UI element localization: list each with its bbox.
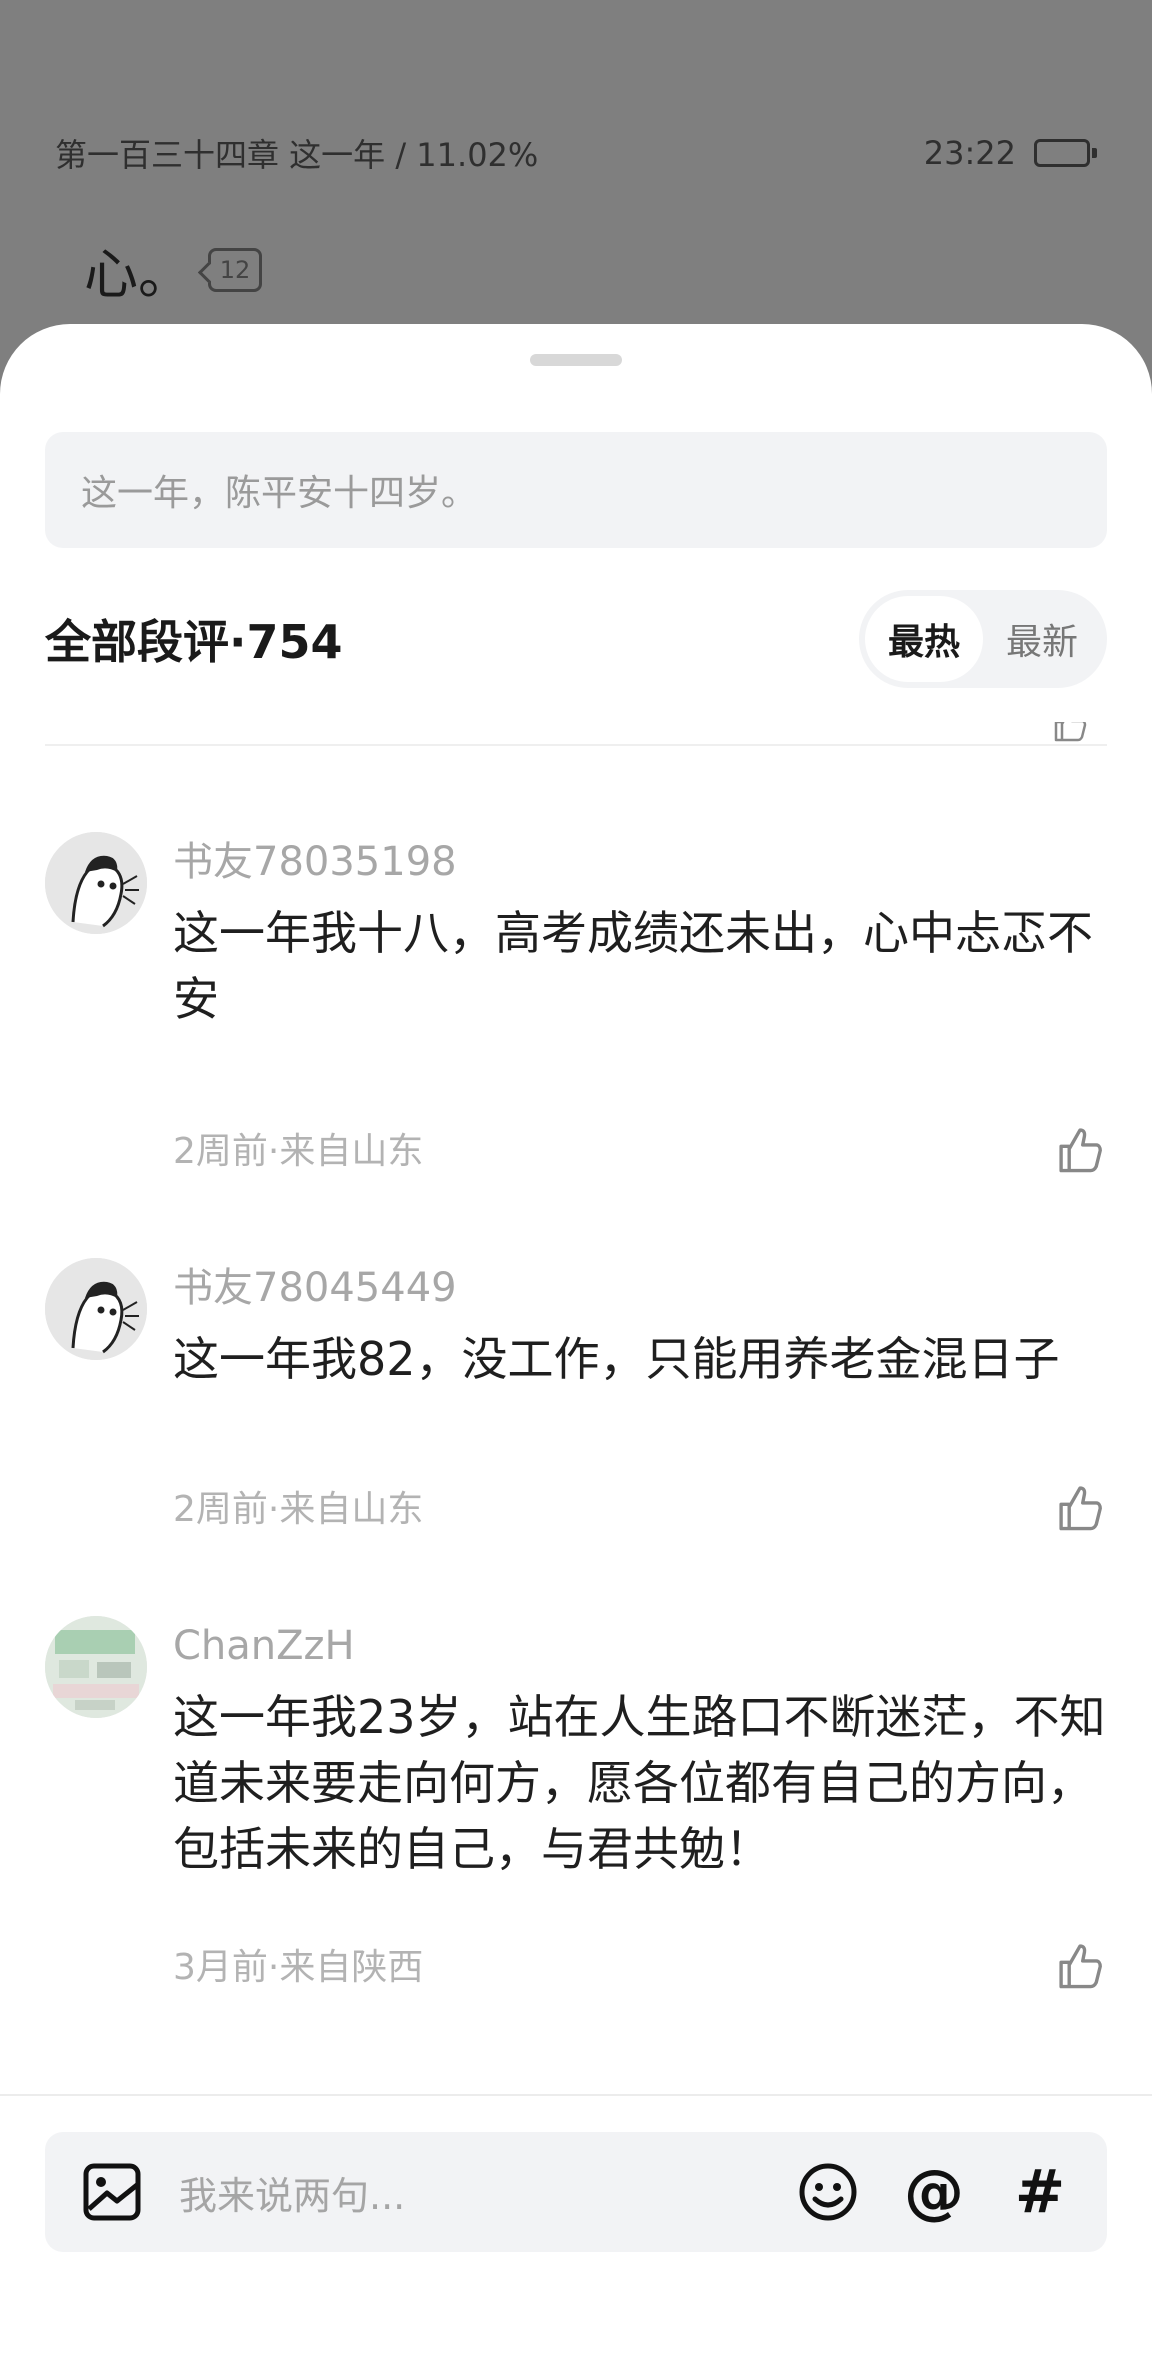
comment-meta: 3月前·来自陕西 <box>173 1947 424 1988</box>
comment-body: 书友78045449 这一年我82，没工作，只能用养老金混日子 <box>173 1258 1107 1392</box>
image-icon[interactable] <box>81 2161 143 2223</box>
thumbs-up-icon[interactable] <box>1053 1122 1107 1176</box>
at-icon[interactable]: @ <box>903 2157 965 2227</box>
comment-input[interactable]: 我来说两句... <box>179 2165 753 2220</box>
comment-item: ChanZzH 这一年我23岁，站在人生路口不断迷茫，不知道未来要走向何方，愿各… <box>45 1616 1107 2056</box>
comment-body: 书友78035198 这一年我十八，高考成绩还未出，心中忐忑不安 <box>173 832 1107 1032</box>
hashtag-icon[interactable]: # <box>1009 2157 1071 2227</box>
comment-composer: 我来说两句... @ # <box>45 2132 1107 2252</box>
clock: 23:22 <box>923 134 1016 172</box>
comment-text[interactable]: 这一年我23岁，站在人生路口不断迷茫，不知道未来要走向何方，愿各位都有自己的方向… <box>173 1684 1107 1882</box>
sort-new-button[interactable]: 最新 <box>983 596 1101 682</box>
reader-status-bar: 第一百三十四章 这一年 / 11.02% 23:22 <box>55 130 1097 176</box>
sort-hot-button[interactable]: 最热 <box>865 596 983 682</box>
quoted-text: 这一年，陈平安十四岁。 <box>81 473 478 514</box>
thumbs-up-icon[interactable] <box>1053 1938 1107 1992</box>
emoji-icon[interactable] <box>797 2161 859 2223</box>
reader-text-line: 心。 12 <box>84 230 262 309</box>
clock-battery: 23:22 <box>924 134 1097 172</box>
avatar[interactable] <box>45 1616 147 1718</box>
chapter-progress: 第一百三十四章 这一年 / 11.02% <box>55 136 539 174</box>
thumbs-up-icon[interactable] <box>1050 722 1090 744</box>
comments-sheet: 这一年，陈平安十四岁。 全部段评·754 最热 最新 书友78035198 这一… <box>0 324 1152 2376</box>
drag-handle[interactable] <box>530 354 622 366</box>
comment-username[interactable]: ChanZzH <box>173 1616 1107 1676</box>
comment-item: 书友78045449 这一年我82，没工作，只能用养老金混日子 2周前·来自山东 <box>45 1258 1107 1598</box>
reader-text: 心。 <box>84 243 192 306</box>
comment-meta: 2周前·来自山东 <box>173 1489 424 1530</box>
comment-username[interactable]: 书友78045449 <box>173 1258 1107 1318</box>
comment-body: ChanZzH 这一年我23岁，站在人生路口不断迷茫，不知道未来要走向何方，愿各… <box>173 1616 1107 1882</box>
paragraph-comment-badge[interactable]: 12 <box>208 247 262 292</box>
divider <box>0 2094 1152 2096</box>
comments-title: 全部段评·754 <box>45 615 343 669</box>
comment-text[interactable]: 这一年我82，没工作，只能用养老金混日子 <box>173 1326 1107 1392</box>
sort-toggle: 最热 最新 <box>859 590 1107 688</box>
comment-text[interactable]: 这一年我十八，高考成绩还未出，心中忐忑不安 <box>173 900 1107 1032</box>
comments-header: 全部段评·754 最热 最新 <box>45 589 1107 689</box>
comment-username[interactable]: 书友78035198 <box>173 832 1107 892</box>
avatar[interactable] <box>45 832 147 934</box>
comment-item: 书友78035198 这一年我十八，高考成绩还未出，心中忐忑不安 2周前·来自山… <box>45 832 1107 1232</box>
comment-meta: 2周前·来自山东 <box>173 1131 424 1172</box>
quoted-paragraph: 这一年，陈平安十四岁。 <box>45 432 1107 548</box>
battery-icon <box>1034 139 1097 167</box>
avatar[interactable] <box>45 1258 147 1360</box>
thumbs-up-icon[interactable] <box>1053 1480 1107 1534</box>
divider <box>45 744 1107 746</box>
